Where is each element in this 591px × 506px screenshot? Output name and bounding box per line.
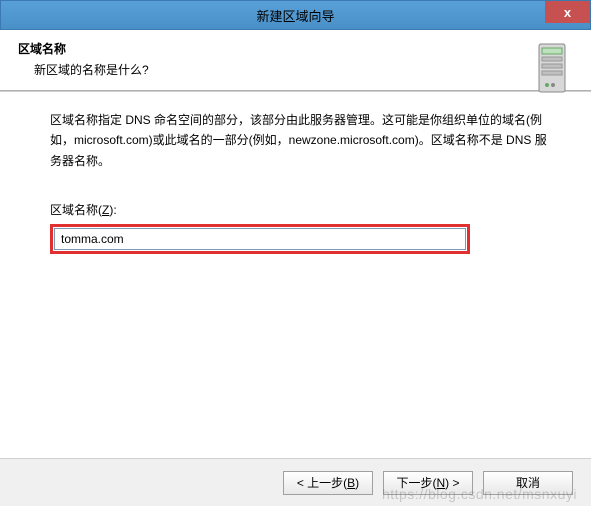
next-suffix: ) > [445, 476, 459, 490]
header-subtitle: 新区域的名称是什么? [34, 61, 573, 78]
button-bar: < 上一步(B) 下一步(N) > 取消 [0, 458, 591, 506]
wizard-header: 区域名称 新区域的名称是什么? [0, 30, 591, 90]
next-prefix: 下一步( [396, 474, 436, 491]
back-suffix: ) [355, 476, 359, 490]
back-accelerator: B [347, 476, 355, 490]
label-suffix: ): [109, 203, 116, 217]
close-icon: x [564, 5, 571, 20]
next-button[interactable]: 下一步(N) > [383, 471, 473, 495]
next-accelerator: N [436, 476, 445, 490]
back-prefix: < 上一步( [297, 474, 347, 491]
back-button[interactable]: < 上一步(B) [283, 471, 373, 495]
header-title: 区域名称 [18, 40, 573, 57]
close-button[interactable]: x [545, 1, 590, 23]
label-prefix: 区域名称( [50, 203, 102, 217]
server-icon [533, 38, 573, 98]
wizard-content: 区域名称指定 DNS 命名空间的部分，该部分由此服务器管理。这可能是你组织单位的… [0, 92, 591, 452]
zone-name-highlight [50, 224, 470, 254]
cancel-button[interactable]: 取消 [483, 471, 573, 495]
zone-name-label: 区域名称(Z): [50, 201, 563, 218]
window-title: 新建区域向导 [256, 6, 334, 25]
titlebar: 新建区域向导 x [0, 0, 591, 30]
description-text: 区域名称指定 DNS 命名空间的部分，该部分由此服务器管理。这可能是你组织单位的… [50, 110, 553, 171]
zone-name-input[interactable] [54, 228, 466, 250]
